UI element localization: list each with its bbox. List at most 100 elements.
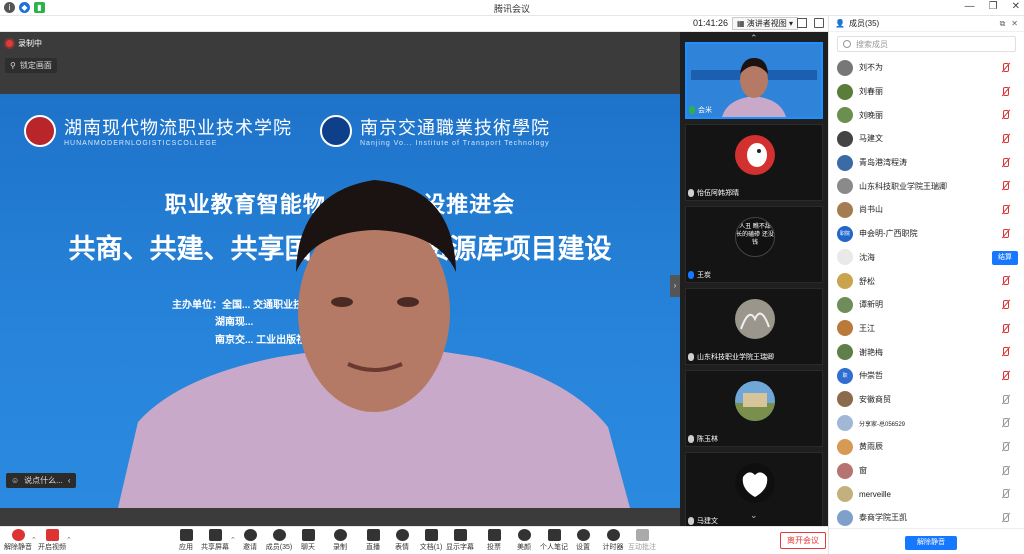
mic-icon [688,189,694,197]
mic-muted-icon[interactable] [1000,86,1010,97]
mic-muted-icon[interactable] [1000,157,1010,168]
member-item[interactable]: 窗 [829,459,1024,483]
mic-off-icon[interactable] [1000,418,1010,428]
restore-button[interactable]: ❐ [989,1,998,12]
leave-meeting-button[interactable]: 离开会议 [780,532,826,549]
mic-off-icon[interactable] [1000,513,1010,523]
popout-icon[interactable]: ⧉ [1000,19,1006,29]
member-item[interactable]: 安徽商贸 [829,388,1024,412]
mic-muted-icon[interactable] [1000,276,1010,286]
layout-icon[interactable] [814,18,824,28]
apps-icon [179,529,193,541]
members-icon: 👤 [835,19,845,28]
mic-muted-icon[interactable] [1000,134,1010,144]
participant-strip[interactable]: ⌃ 会米 怡伍阿韩郑晴 人丑 瞧不甜 长的磕碜 还没钱 王炭 山东科技职业学院王… [680,32,828,529]
member-item[interactable]: 分享家-总056529 [829,411,1024,435]
mic-muted-icon[interactable] [1000,63,1010,73]
member-item[interactable]: 刘春丽 [829,80,1024,104]
participant-avatar: 人丑 瞧不甜 长的磕碜 还没钱 [735,217,775,257]
participant-avatar [735,135,775,175]
unmute-all-button[interactable]: 解除静音 [905,536,957,550]
captions-button[interactable]: 显示字幕 [442,529,478,552]
chevron-down-icon: ▾ [786,19,794,28]
close-panel-icon[interactable]: ✕ [1011,19,1018,29]
chevron-up-icon[interactable]: ⌃ [66,536,72,544]
panel-controls: ⧉ ✕ [1000,19,1018,29]
mic-off-icon[interactable] [1000,465,1010,476]
view-switch-button[interactable]: ▦ 演讲者视图 ▾ [732,17,799,30]
member-avatar [837,154,853,171]
close-button[interactable]: ✕ [1012,1,1020,12]
collapse-strip-icon[interactable]: › [670,275,680,297]
share-screen-button[interactable]: 共享屏幕 [197,529,233,552]
pin-icon: ⚲ [10,61,16,70]
start-video-button[interactable]: 开启视频 [34,529,70,552]
member-item[interactable]: 职仲崇哲 [829,364,1024,388]
camera-off-icon [45,529,59,541]
share-screen-icon [208,529,222,541]
mic-muted-icon[interactable] [1000,228,1010,239]
mic-muted-icon[interactable] [1000,347,1010,357]
mic-off-icon[interactable] [1000,489,1010,499]
participant-tile[interactable]: 会米 [685,42,823,119]
member-item[interactable]: 尚书山 [829,198,1024,222]
chevron-left-icon: ‹ [67,476,71,485]
mic-muted-icon[interactable] [1000,370,1010,381]
member-item[interactable]: 沈海 结算 [829,246,1024,270]
annotation-button[interactable]: 互动批注 [624,529,660,552]
mic-muted-icon[interactable] [1000,181,1010,191]
member-item[interactable]: 谭新明 [829,293,1024,317]
participant-avatar [735,299,775,339]
member-item[interactable]: 王江 [829,317,1024,341]
member-item[interactable]: 马建文 [829,127,1024,151]
meeting-timer: 01:41:26 [693,18,729,28]
member-item[interactable]: 职院 申会明-广西职院 [829,222,1024,246]
mic-muted-icon[interactable] [1000,110,1010,120]
member-avatar [837,344,853,361]
member-item[interactable]: 黄雨辰 [829,435,1024,459]
strip-down-icon[interactable]: ⌄ [750,510,758,521]
tile-name: 山东科技职业学院王瑞卿 [688,352,774,362]
members-panel-footer: 解除静音 [829,528,1024,554]
mic-muted-icon[interactable] [1000,323,1010,334]
member-search-input[interactable]: 搜索成员 [837,36,1016,52]
member-item[interactable]: 刘晚丽 [829,103,1024,127]
member-avatar [837,391,853,408]
member-item[interactable]: 青岛港湾程涛 [829,151,1024,175]
main-video-area[interactable]: 录制中 ⚲ 锁定画面 湖南现代物流职业技术学院 HUNANMODERNLOGIS… [0,32,680,526]
vote-icon [487,529,501,541]
mic-muted-icon[interactable] [1000,205,1010,215]
chat-input-button[interactable]: ☺ 说点什么... ‹ [6,473,76,488]
grid-icon: ▦ [737,19,747,28]
member-item[interactable]: 泰商学院王凯 [829,506,1024,530]
member-avatar [837,107,853,124]
member-item[interactable]: 谢艳梅 [829,340,1024,364]
participant-tile[interactable]: 人丑 瞧不甜 长的磕碜 还没钱 王炭 [685,206,823,283]
record-dot-icon [6,40,13,47]
mic-muted-icon[interactable] [1000,299,1010,310]
recording-indicator[interactable]: 录制中 [6,38,42,49]
member-item[interactable]: merveille [829,482,1024,506]
participant-tile[interactable]: 山东科技职业学院王瑞卿 [685,288,823,365]
mic-off-icon[interactable] [1000,394,1010,405]
record-icon [333,529,347,541]
chat-icon: ☺ [11,476,20,485]
member-item[interactable]: 山东科技职业学院王瑞卿 [829,174,1024,198]
notes-icon [547,529,561,541]
member-action-button[interactable]: 结算 [992,250,1018,265]
title-bar: i ◆ ▮ 腾讯会议 — ❐ ✕ [0,0,1024,16]
fullscreen-icon[interactable] [797,18,807,28]
participant-tile[interactable]: 陈玉林 [685,370,823,447]
chat-icon [301,529,315,541]
minimize-button[interactable]: — [965,1,975,12]
record-button[interactable]: 录制 [322,529,358,552]
member-item[interactable]: 舒松 [829,269,1024,293]
member-item[interactable]: 刘不为 [829,56,1024,80]
chat-button[interactable]: 聊天 [290,529,326,552]
window-controls: — ❐ ✕ [965,1,1020,12]
participant-tile[interactable]: 怡伍阿韩郑晴 [685,124,823,201]
member-avatar [837,249,853,266]
lock-view-button[interactable]: ⚲ 锁定画面 [5,58,57,73]
member-list: 刘不为 刘春丽 刘晚丽 马建文 青岛港湾程涛 山东科技职业学院王瑞卿 尚书山 职… [829,56,1024,530]
mic-off-icon[interactable] [1000,442,1010,452]
